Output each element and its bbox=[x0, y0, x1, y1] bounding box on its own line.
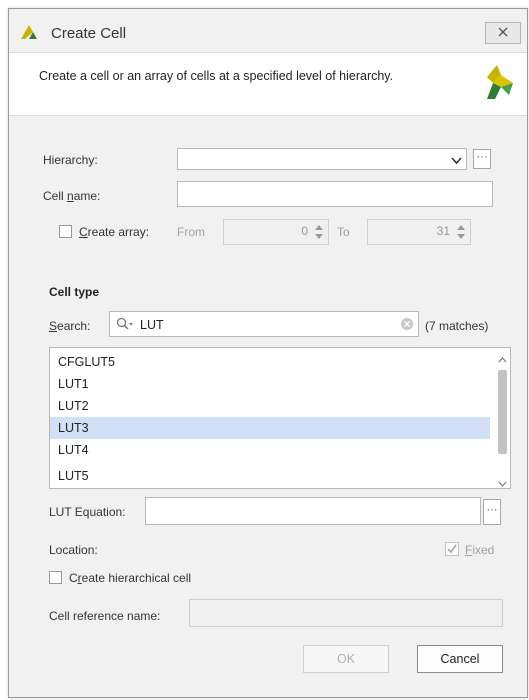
cancel-button[interactable]: Cancel bbox=[417, 645, 503, 673]
description-banner: Create a cell or an array of cells at a … bbox=[9, 52, 527, 116]
cell-name-label: Cell name: bbox=[43, 189, 101, 203]
lut-equation-label: LUT Equation: bbox=[49, 505, 126, 519]
cell-reference-name-label: Cell reference name: bbox=[49, 609, 161, 623]
banner-description: Create a cell or an array of cells at a … bbox=[39, 69, 394, 83]
location-label: Location: bbox=[49, 543, 98, 557]
from-label: From bbox=[177, 225, 205, 239]
scroll-down-icon[interactable] bbox=[498, 476, 507, 488]
hierarchy-browse-button[interactable]: ··· bbox=[473, 149, 491, 169]
cell-reference-name-input[interactable] bbox=[189, 599, 503, 627]
list-item[interactable]: LUT5 bbox=[50, 465, 490, 487]
cell-type-title: Cell type bbox=[49, 285, 100, 299]
lut-equation-input[interactable] bbox=[145, 497, 481, 525]
spinner-arrows-icon bbox=[456, 222, 466, 245]
cell-name-input[interactable] bbox=[177, 181, 493, 207]
list-item[interactable]: LUT4 bbox=[50, 439, 490, 461]
list-scrollbar[interactable] bbox=[494, 348, 510, 488]
vivado-logo-icon bbox=[487, 65, 513, 102]
ellipsis-icon: ··· bbox=[476, 151, 488, 163]
fixed-checkbox[interactable] bbox=[445, 542, 459, 559]
hierarchy-label: Hierarchy: bbox=[43, 153, 98, 167]
match-count: (7 matches) bbox=[425, 319, 489, 333]
search-input[interactable]: LUT bbox=[109, 311, 419, 337]
to-label: To bbox=[337, 225, 350, 239]
from-spinner[interactable]: 0 bbox=[223, 219, 329, 245]
to-value: 31 bbox=[436, 224, 450, 238]
list-item[interactable]: CFGLUT5 bbox=[50, 351, 490, 373]
search-icon bbox=[116, 317, 134, 334]
search-label: Search: bbox=[49, 319, 91, 333]
ok-button[interactable]: OK bbox=[303, 645, 389, 673]
to-spinner[interactable]: 31 bbox=[367, 219, 471, 245]
close-icon bbox=[498, 26, 508, 40]
ellipsis-icon: ··· bbox=[486, 504, 498, 516]
list-item[interactable]: LUT2 bbox=[50, 395, 490, 417]
close-button[interactable] bbox=[485, 22, 521, 44]
create-hierarchical-checkbox[interactable] bbox=[49, 571, 62, 584]
scroll-up-icon[interactable] bbox=[498, 352, 507, 366]
title-bar: Create Cell bbox=[9, 9, 527, 51]
spinner-arrows-icon bbox=[314, 222, 324, 245]
create-cell-dialog: Create Cell Create a cell or an array of… bbox=[8, 8, 528, 698]
hierarchy-dropdown[interactable] bbox=[177, 148, 467, 170]
app-logo-icon bbox=[21, 25, 37, 42]
scroll-thumb[interactable] bbox=[498, 370, 507, 454]
create-hierarchical-label: Create hierarchical cell bbox=[69, 571, 192, 585]
list-item-selected[interactable]: LUT3 bbox=[50, 417, 490, 439]
chevron-down-icon bbox=[451, 154, 462, 168]
lut-equation-edit-button[interactable]: ··· bbox=[483, 499, 501, 525]
fixed-label: Fixed bbox=[465, 543, 495, 557]
search-value: LUT bbox=[140, 318, 164, 332]
from-value: 0 bbox=[301, 224, 308, 238]
create-array-checkbox[interactable] bbox=[59, 225, 72, 238]
create-array-label: Create array: bbox=[79, 225, 150, 239]
clear-search-icon[interactable] bbox=[400, 317, 414, 334]
window-title: Create Cell bbox=[51, 25, 127, 42]
list-item[interactable]: LUT1 bbox=[50, 373, 490, 395]
cell-type-list[interactable]: CFGLUT5 LUT1 LUT2 LUT3 LUT4 LUT5 bbox=[49, 347, 511, 489]
